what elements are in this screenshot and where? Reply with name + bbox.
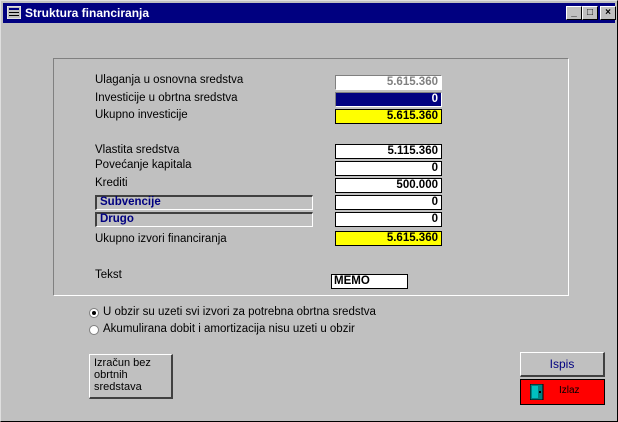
form-icon [7,6,21,19]
ulaganja-label: Ulaganja u osnovna sredstva [95,74,244,86]
maximize-button[interactable]: □ [582,6,598,20]
povecanje-field[interactable]: 0 [335,161,442,176]
subvencije-field[interactable]: 0 [335,195,442,210]
tekst-label: Tekst [95,269,122,281]
subvencije-label: Subvencije [95,195,313,210]
izlaz-button[interactable]: Izlaz [520,379,605,405]
ispis-button-label: Ispis [549,357,575,371]
memo-field[interactable]: MEMO [331,274,408,289]
ukupno-izvori-label: Ukupno izvori financiranja [95,233,227,245]
ukupno-investicije-field: 5.615.360 [335,109,442,124]
povecanje-label: Povećanje kapitala [95,159,192,171]
vlastita-label: Vlastita sredstva [95,144,180,156]
close-button[interactable]: × [600,6,616,20]
app-window: Struktura financiranja _ □ × Ulaganja u … [0,0,618,422]
ukupno-izvori-field: 5.615.360 [335,231,442,246]
izlaz-button-label: Izlaz [559,385,580,396]
drugo-label: Drugo [95,212,313,227]
investicije-field[interactable]: 0 [335,92,442,107]
option-not-considered-label[interactable]: Akumulirana dobit i amortizacija nisu uz… [103,323,355,335]
window-title: Struktura financiranja [25,6,150,20]
vlastita-field[interactable]: 5.115.360 [335,144,442,159]
izracun-button[interactable]: Izračun bez obrtnih sredstava [89,354,173,399]
option-not-considered-radio[interactable] [89,325,99,335]
minimize-button[interactable]: _ [566,6,582,20]
investicije-label: Investicije u obrtna sredstva [95,92,238,104]
drugo-field[interactable]: 0 [335,212,442,227]
ispis-button[interactable]: Ispis [520,352,605,377]
ulaganja-field: 5.615.360 [335,75,442,90]
title-bar[interactable]: Struktura financiranja _ □ × [3,3,616,23]
krediti-label: Krediti [95,177,128,189]
option-all-sources-label[interactable]: U obzir su uzeti svi izvori za potrebna … [103,306,376,318]
izracun-button-label: Izračun bez obrtnih sredstava [94,357,151,393]
ukupno-investicije-label: Ukupno investicije [95,109,188,121]
option-all-sources-radio[interactable] [89,308,99,318]
krediti-field[interactable]: 500.000 [335,178,442,193]
exit-door-icon [530,384,544,400]
